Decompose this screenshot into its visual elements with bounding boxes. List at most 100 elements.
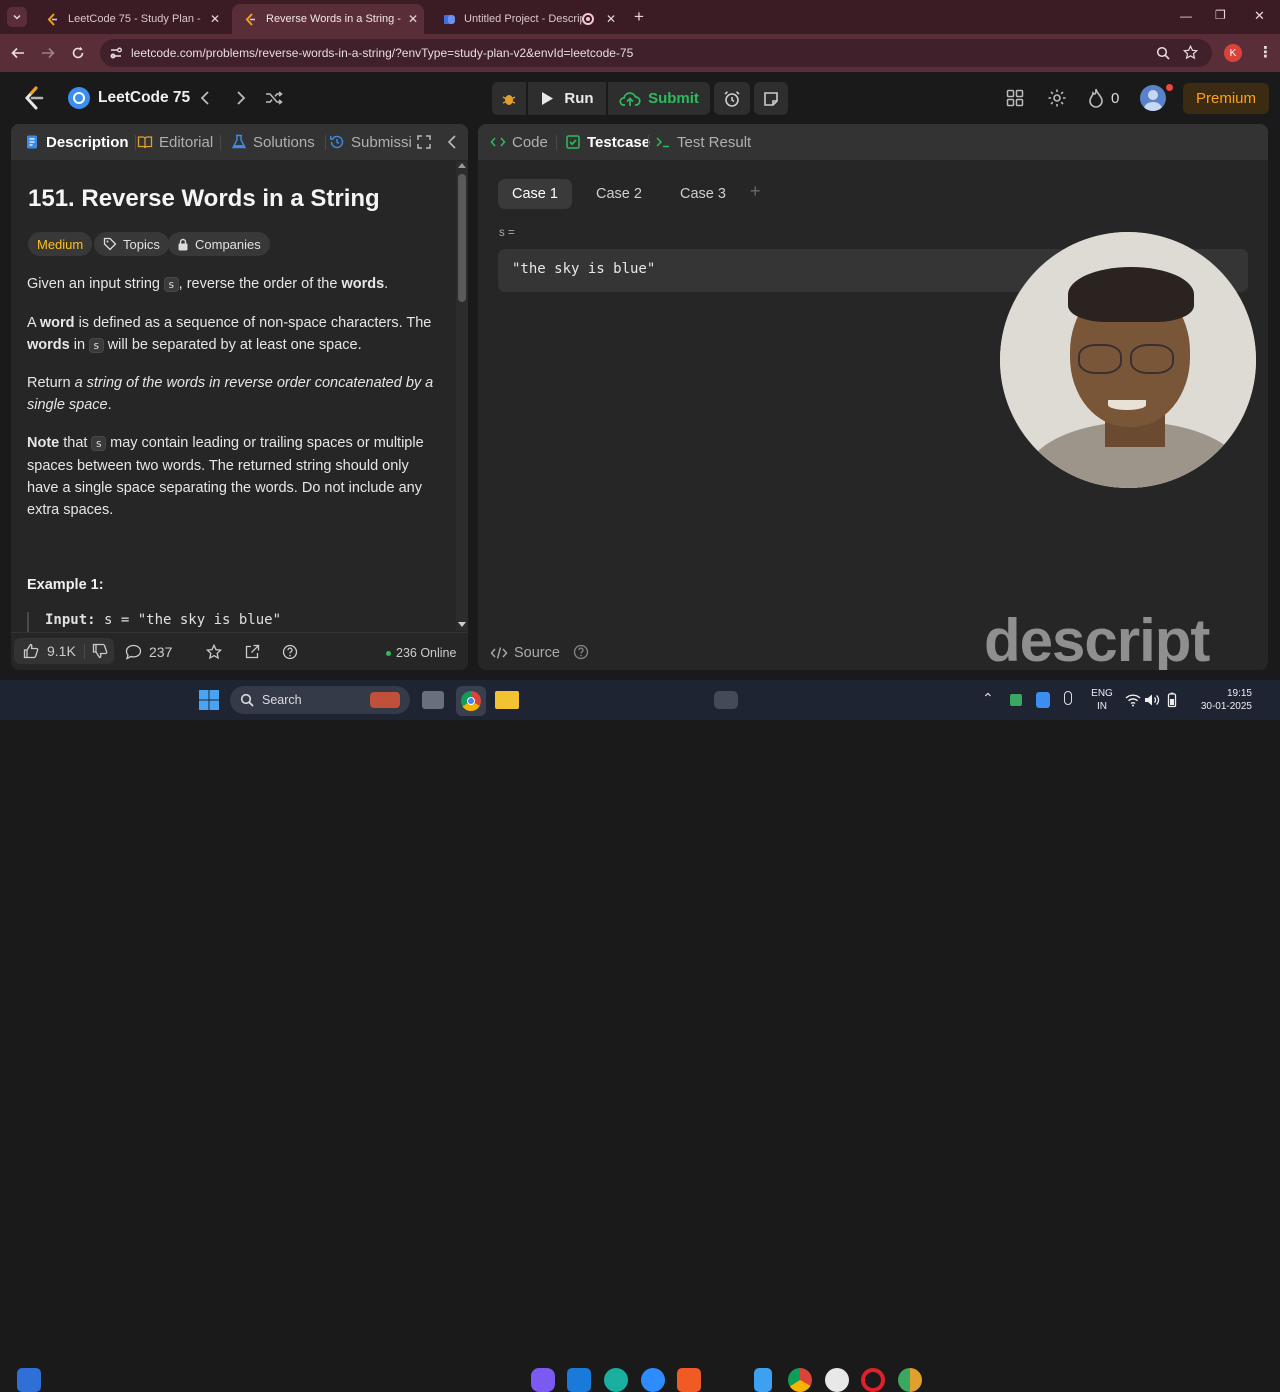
outlook-icon[interactable] <box>567 1368 591 1392</box>
tab-testcase[interactable]: Testcase <box>565 124 650 160</box>
history-icon <box>330 135 344 149</box>
taskbar-search-box[interactable]: Search <box>230 686 410 714</box>
run-button[interactable]: Run <box>528 82 606 115</box>
profile-avatar[interactable]: K <box>1224 44 1242 62</box>
source-label: Source <box>514 645 560 661</box>
favorite-star-icon[interactable] <box>206 644 222 660</box>
close-window-button[interactable]: ✕ <box>1254 8 1265 24</box>
notes-button[interactable] <box>754 82 788 115</box>
zoom-icon[interactable] <box>641 1368 665 1392</box>
back-arrow-icon[interactable] <box>11 46 25 60</box>
alarm-clock-icon <box>724 90 740 107</box>
tab-editorial[interactable]: Editorial <box>137 124 213 160</box>
language-indicator[interactable]: ENG IN <box>1090 687 1114 713</box>
windows-start-icon[interactable] <box>198 689 220 711</box>
case-1-tab[interactable]: Case 1 <box>498 179 572 209</box>
close-tab-icon[interactable]: ✕ <box>402 12 424 26</box>
close-tab-icon[interactable]: ✕ <box>204 12 226 26</box>
address-bar[interactable]: leetcode.com/problems/reverse-words-in-a… <box>100 39 1212 67</box>
comments-count[interactable]: 237 <box>149 644 172 660</box>
debugger-button[interactable] <box>492 82 526 115</box>
bookmark-star-icon[interactable] <box>1183 45 1198 60</box>
browser-menu-icon[interactable]: ⋮ <box>1258 43 1273 61</box>
case-2-tab[interactable]: Case 2 <box>582 179 656 209</box>
shuffle-icon[interactable] <box>265 89 283 107</box>
layout-grid-icon[interactable] <box>1006 89 1024 107</box>
thumbs-down-icon[interactable] <box>92 643 108 659</box>
testcase-panel: Code Testcase Test Result Case 1 Case 2 … <box>478 124 1268 670</box>
widgets-icon[interactable] <box>17 1368 41 1392</box>
volume-icon[interactable] <box>1144 693 1160 707</box>
settings-gear-icon[interactable] <box>1047 88 1067 108</box>
topics-button[interactable]: Topics <box>94 232 169 256</box>
close-tab-icon[interactable]: ✕ <box>600 12 622 26</box>
add-case-button[interactable]: + <box>750 181 761 202</box>
collapse-panel-icon[interactable] <box>447 135 457 149</box>
zoom-icon[interactable] <box>1156 46 1170 60</box>
chrome-profile-icon[interactable] <box>788 1368 812 1392</box>
description-footer: 9.1K 237 236 Online <box>11 632 468 670</box>
user-avatar[interactable] <box>1140 85 1166 111</box>
browser-tab-leetcode75[interactable]: LeetCode 75 - Study Plan - Leet ✕ <box>34 4 226 34</box>
brave-icon[interactable] <box>677 1368 701 1392</box>
chrome-canary-icon[interactable] <box>898 1368 922 1392</box>
tray-shield-icon[interactable] <box>1036 692 1050 708</box>
next-problem-icon[interactable] <box>235 90 247 106</box>
copilot-icon[interactable] <box>531 1368 555 1392</box>
topics-label: Topics <box>123 236 160 252</box>
tab-test-result[interactable]: Test Result <box>655 124 751 160</box>
new-tab-button[interactable]: + <box>634 7 644 27</box>
terminal-taskbar-icon[interactable] <box>714 691 738 709</box>
chrome-taskbar-icon[interactable] <box>456 686 486 716</box>
tab-search-button[interactable] <box>7 7 27 27</box>
timer-button[interactable] <box>714 82 750 115</box>
browser-tab-descript[interactable]: Untitled Project - Descript ✕ <box>430 4 622 34</box>
tray-chevron-icon[interactable]: ⌃ <box>982 690 994 707</box>
notepad-icon[interactable] <box>754 1368 772 1392</box>
wifi-icon[interactable] <box>1125 693 1141 707</box>
battery-icon[interactable] <box>1164 692 1180 708</box>
file-explorer-icon[interactable] <box>495 691 519 709</box>
edge-icon[interactable] <box>604 1368 628 1392</box>
scrollbar-down-arrow[interactable] <box>458 622 466 627</box>
site-info-icon[interactable] <box>109 46 123 60</box>
task-view-icon[interactable] <box>422 691 444 709</box>
maximize-button[interactable]: ❐ <box>1215 8 1226 22</box>
source-button[interactable]: Source <box>490 643 560 663</box>
tab-description[interactable]: Description <box>24 124 129 160</box>
description-scrollbar-track[interactable] <box>456 161 468 631</box>
minimize-button[interactable]: — <box>1180 9 1192 23</box>
app-w-icon[interactable] <box>825 1368 849 1392</box>
submit-button[interactable]: Submit <box>608 82 710 115</box>
difficulty-label: Medium <box>37 236 84 252</box>
study-plan-title[interactable]: LeetCode 75 <box>98 89 190 107</box>
forward-arrow-icon[interactable] <box>41 46 55 60</box>
tray-app-icon[interactable] <box>1010 694 1022 706</box>
tab-submissions[interactable]: Submissi <box>329 124 412 160</box>
share-icon[interactable] <box>244 644 260 660</box>
clock[interactable]: 19:15 30-01-2025 <box>1192 687 1252 713</box>
microphone-icon[interactable] <box>1064 691 1072 705</box>
description-paragraph-2: A word is defined as a sequence of non-s… <box>27 312 444 357</box>
help-icon[interactable] <box>282 644 298 660</box>
text-span: is defined as a sequence of non-space ch… <box>74 315 432 331</box>
thumbs-up-icon[interactable] <box>23 643 39 659</box>
leetcode-logo-icon[interactable] <box>24 86 44 110</box>
inline-code: s <box>89 338 104 353</box>
browser-tab-reverse-words[interactable]: Reverse Words in a String - Leet ✕ <box>232 4 424 34</box>
expand-icon[interactable] <box>417 135 431 149</box>
premium-button[interactable]: Premium <box>1183 83 1269 114</box>
reload-icon[interactable] <box>71 46 85 60</box>
tab-solutions[interactable]: Solutions <box>231 124 315 160</box>
opera-icon[interactable] <box>861 1368 885 1392</box>
case-3-tab[interactable]: Case 3 <box>666 179 740 209</box>
tab-title: Reverse Words in a String - Leet <box>266 13 402 25</box>
help-icon[interactable] <box>573 644 589 660</box>
companies-button[interactable]: Companies <box>168 232 270 256</box>
tab-code[interactable]: Code <box>490 124 548 160</box>
fire-streak-icon[interactable] <box>1088 88 1104 108</box>
comment-icon[interactable] <box>125 644 142 660</box>
scrollbar-up-arrow[interactable] <box>458 163 466 168</box>
prev-problem-icon[interactable] <box>199 90 211 106</box>
scrollbar-thumb[interactable] <box>458 174 466 302</box>
